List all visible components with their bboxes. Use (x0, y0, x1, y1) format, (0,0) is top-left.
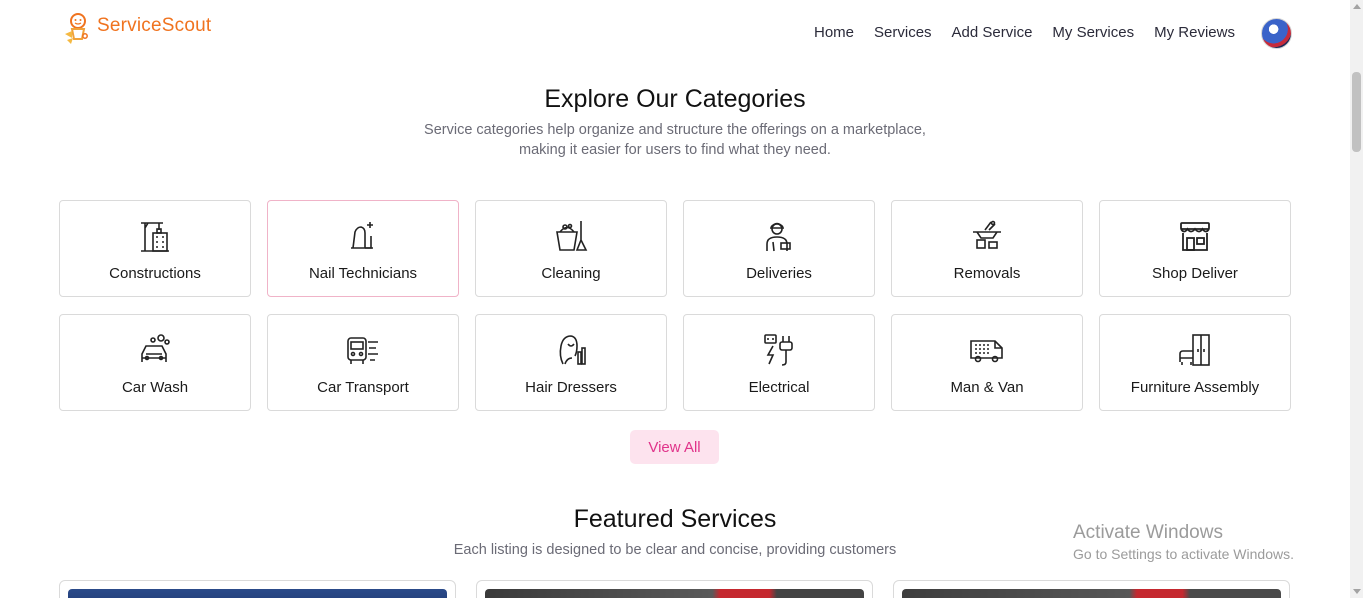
nav-link-home[interactable]: Home (814, 24, 854, 41)
category-label: Nail Technicians (308, 265, 418, 282)
category-card-constructions[interactable]: Constructions (59, 200, 251, 297)
category-label: Deliveries (746, 265, 812, 282)
category-label: Electrical (748, 379, 810, 396)
crane-building-icon (141, 222, 169, 252)
category-label: Hair Dressers (525, 379, 617, 396)
main-menu: Home Services Add Service My Services My… (814, 24, 1235, 41)
featured-services-list (59, 580, 1291, 598)
category-label: Man & Van (950, 379, 1024, 396)
category-label: Shop Deliver (1152, 265, 1238, 282)
service-image (485, 589, 864, 598)
watermark-subtitle: Go to Settings to activate Windows. (1073, 546, 1294, 562)
user-avatar[interactable] (1261, 18, 1292, 49)
cleaning-bucket-icon (556, 221, 588, 251)
van-icon (970, 340, 1003, 363)
category-card-man-and-van[interactable]: Man & Van (891, 314, 1083, 411)
delivery-person-icon (766, 222, 791, 252)
brand-logo[interactable]: ServiceScout (61, 12, 211, 46)
category-card-removals[interactable]: Removals (891, 200, 1083, 297)
rocket-logo-icon (65, 13, 88, 44)
service-image (68, 589, 447, 598)
windows-activation-watermark: Activate Windows Go to Settings to activ… (1073, 522, 1294, 562)
removals-tools-icon (973, 220, 1001, 249)
categories-subtitle-line1: Service categories help organize and str… (424, 122, 926, 138)
featured-service-card[interactable] (476, 580, 873, 598)
storefront-icon (1180, 222, 1210, 251)
category-card-shop-deliver[interactable]: Shop Deliver (1099, 200, 1291, 297)
top-navbar: ServiceScout Home Services Add Service M… (0, 0, 1350, 66)
category-card-deliveries[interactable]: Deliveries (683, 200, 875, 297)
category-card-electrical[interactable]: Electrical (683, 314, 875, 411)
categories-title: Explore Our Categories (544, 85, 806, 113)
watermark-title: Activate Windows (1073, 522, 1223, 543)
nail-polish-icon (351, 222, 373, 249)
categories-subtitle-line2: making it easier for users to find what … (519, 142, 831, 158)
scrollbar-thumb[interactable] (1352, 72, 1361, 152)
categories-grid: Constructions Nail Technicians Cleaning … (59, 200, 1291, 411)
nav-link-services[interactable]: Services (874, 24, 932, 41)
furniture-icon (1179, 334, 1210, 366)
category-card-car-wash[interactable]: Car Wash (59, 314, 251, 411)
category-label: Cleaning (541, 265, 601, 282)
car-wash-icon (141, 334, 170, 362)
category-label: Car Transport (317, 379, 409, 396)
featured-service-card[interactable] (59, 580, 456, 598)
electrical-plug-icon (764, 334, 793, 366)
vertical-scrollbar[interactable] (1350, 0, 1363, 598)
car-transport-icon (347, 337, 378, 364)
hair-dresser-icon (559, 335, 586, 365)
category-card-nail-technicians[interactable]: Nail Technicians (267, 200, 459, 297)
featured-service-card[interactable] (893, 580, 1290, 598)
scroll-down-arrow-icon[interactable] (1353, 589, 1361, 594)
scroll-up-arrow-icon[interactable] (1353, 4, 1361, 9)
category-label: Furniture Assembly (1130, 379, 1260, 396)
brand-name: ServiceScout (97, 15, 212, 36)
category-card-cleaning[interactable]: Cleaning (475, 200, 667, 297)
view-all-button[interactable]: View All (630, 430, 719, 464)
category-label: Constructions (109, 265, 201, 282)
category-label: Removals (953, 265, 1021, 282)
category-card-furniture-assembly[interactable]: Furniture Assembly (1099, 314, 1291, 411)
category-card-car-transport[interactable]: Car Transport (267, 314, 459, 411)
nav-link-my-services[interactable]: My Services (1052, 24, 1134, 41)
nav-link-my-reviews[interactable]: My Reviews (1154, 24, 1235, 41)
service-image (902, 589, 1281, 598)
nav-link-add-service[interactable]: Add Service (952, 24, 1033, 41)
category-label: Car Wash (121, 379, 189, 396)
category-card-hair-dressers[interactable]: Hair Dressers (475, 314, 667, 411)
